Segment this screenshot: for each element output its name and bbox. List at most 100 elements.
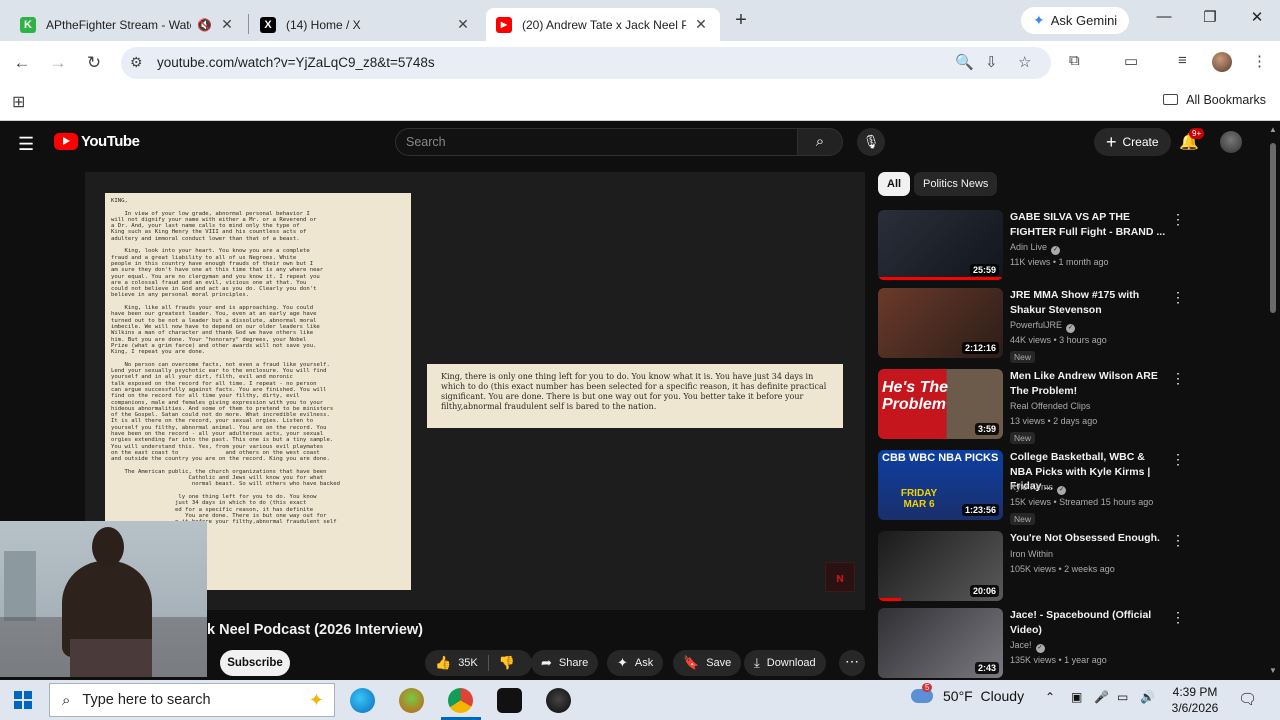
video-title[interactable]: JRE MMA Show #175 with Shakur Stevenson — [1010, 288, 1166, 317]
site-info-icon[interactable]: ⚙ — [130, 54, 143, 71]
obs-icon[interactable] — [546, 688, 571, 713]
ellipsis-icon: ⋯ — [845, 653, 859, 669]
chip-politics-news[interactable]: Politics News — [914, 172, 998, 196]
channel-name[interactable]: PowerfulJRE ✓ — [1010, 320, 1076, 333]
tab-youtube-active[interactable]: ▶ (20) Andrew Tate x Jack Neel Po ✕ — [486, 8, 720, 41]
channel-watermark[interactable]: ɴ — [825, 562, 855, 592]
app-icon[interactable] — [399, 688, 424, 713]
search-button[interactable]: ⌕ — [797, 128, 843, 156]
taskbar-search-placeholder: Type here to search — [82, 692, 211, 708]
capcut-icon[interactable] — [497, 688, 522, 713]
address-bar[interactable]: ⚙ youtube.com/watch?v=YjZaLqC9_z8&t=5748… — [121, 47, 1051, 79]
video-title[interactable]: GABE SILVA VS AP THE FIGHTER Full Fight … — [1010, 210, 1166, 239]
ask-gemini-button[interactable]: ✦ Ask Gemini — [1021, 7, 1130, 34]
chrome-icon[interactable] — [448, 688, 473, 713]
scrollbar-thumb[interactable] — [1270, 143, 1276, 313]
hamburger-menu-icon[interactable]: ☰ — [18, 134, 34, 155]
restore-icon[interactable]: ❐ — [1187, 8, 1233, 26]
muted-speaker-icon[interactable]: 🔇 — [197, 18, 212, 32]
video-thumbnail[interactable]: He's The Problem 3:59 — [878, 369, 1003, 439]
letter-excerpt: King, there is only one thing left for y… — [427, 364, 843, 428]
video-title[interactable]: Men Like Andrew Wilson ARE The Problem! — [1010, 369, 1166, 398]
thumbs-up-icon[interactable]: 👍 — [435, 655, 451, 671]
close-tab-icon[interactable]: ✕ — [218, 16, 236, 33]
verified-check-icon: ✓ — [1057, 486, 1067, 495]
edge-icon[interactable] — [350, 688, 375, 713]
bookmark-star-icon[interactable]: ☆ — [1018, 53, 1031, 71]
page-scrollbar[interactable]: ▲ ▼ — [1266, 121, 1280, 680]
weather-widget[interactable]: 5 50°F Cloudy — [911, 683, 1024, 704]
microphone-icon[interactable]: 🎤 — [1094, 690, 1109, 704]
more-options-icon[interactable]: ⋮ — [1171, 452, 1185, 466]
meet-now-icon[interactable]: ▣ — [1071, 690, 1082, 704]
forward-arrow-icon[interactable]: → — [46, 53, 70, 73]
scroll-up-arrow-icon[interactable]: ▲ — [1269, 125, 1277, 134]
video-thumbnail[interactable]: 2:12:16 — [878, 288, 1003, 358]
search-input[interactable]: Search — [395, 128, 797, 156]
install-app-icon[interactable]: ⇩ — [985, 53, 998, 71]
more-options-icon[interactable]: ⋮ — [1171, 371, 1185, 385]
thumbs-down-icon[interactable]: 👎 — [499, 655, 515, 671]
system-clock[interactable]: 4:39 PM 3/6/2026 — [1170, 684, 1220, 716]
notification-center-icon[interactable]: 🗨 — [1238, 690, 1257, 708]
speaker-icon[interactable]: 🔊 — [1140, 690, 1155, 704]
recommended-video[interactable]: CBB WBC NBA PICKS FRIDAY MAR 6 1:23:56 Co… — [878, 450, 1185, 525]
youtube-account-avatar[interactable] — [1220, 131, 1242, 153]
create-button[interactable]: + Create — [1094, 128, 1171, 156]
taskbar-search-box[interactable]: ⌕ Type here to search ✦ — [49, 683, 335, 717]
recommended-video[interactable]: 25:59 GABE SILVA VS AP THE FIGHTER Full … — [878, 210, 1185, 284]
more-options-icon[interactable]: ⋮ — [1171, 290, 1185, 304]
recommended-video[interactable]: He's The Problem 3:59 Men Like Andrew Wi… — [878, 369, 1185, 444]
extensions-icon[interactable]: ⧉ — [1069, 52, 1080, 69]
chevron-up-icon[interactable]: ⌃ — [1045, 690, 1055, 704]
ask-button[interactable]: ✦ Ask — [607, 650, 664, 676]
scroll-down-arrow-icon[interactable]: ▼ — [1269, 666, 1277, 675]
tab-x-home[interactable]: X (14) Home / X ✕ — [250, 8, 482, 41]
like-count[interactable]: 35K — [458, 657, 478, 669]
recommended-video[interactable]: 20:06 You're Not Obsessed Enough. Iron W… — [878, 531, 1185, 605]
recommended-video[interactable]: 2:43 Jace! - Spacebound (Official Video)… — [878, 608, 1185, 682]
all-bookmarks-button[interactable]: All Bookmarks — [1163, 93, 1266, 107]
video-title[interactable]: You're Not Obsessed Enough. — [1010, 531, 1166, 546]
save-button[interactable]: 🔖 Save — [673, 650, 742, 676]
windows-start-icon[interactable] — [14, 691, 32, 709]
chip-all[interactable]: All — [878, 172, 911, 196]
more-actions-button[interactable]: ⋯ — [839, 650, 865, 676]
youtube-logo[interactable]: YouTube — [54, 133, 140, 150]
close-tab-icon[interactable]: ✕ — [692, 16, 710, 33]
more-options-icon[interactable]: ⋮ — [1171, 610, 1185, 624]
channel-name[interactable]: Iron Within — [1010, 549, 1053, 559]
tab-apthefighter[interactable]: K APtheFighter Stream - Watc 🔇 ✕ — [10, 8, 246, 41]
media-control-icon[interactable]: ≡ — [1178, 52, 1187, 69]
url-text[interactable]: youtube.com/watch?v=YjZaLqC9_z8&t=5748s — [157, 55, 435, 70]
profile-avatar[interactable] — [1212, 52, 1232, 72]
channel-name[interactable]: Real Offended Clips — [1010, 401, 1090, 411]
more-options-icon[interactable]: ⋮ — [1171, 533, 1185, 547]
video-thumbnail[interactable]: CBB WBC NBA PICKS FRIDAY MAR 6 1:23:56 — [878, 450, 1003, 520]
chrome-menu-icon[interactable]: ⋮ — [1252, 52, 1267, 70]
new-tab-button[interactable]: + — [730, 10, 752, 32]
recommended-video[interactable]: 2:12:16 JRE MMA Show #175 with Shakur St… — [878, 288, 1185, 363]
video-thumbnail[interactable]: 25:59 — [878, 210, 1003, 280]
notifications-button[interactable]: 🔔 9+ — [1179, 128, 1205, 152]
network-icon[interactable]: ▭ — [1117, 690, 1128, 704]
cast-icon[interactable]: ▭ — [1124, 52, 1138, 70]
zoom-icon[interactable]: 🔍 — [955, 53, 974, 71]
channel-name[interactable]: Adin Live ✓ — [1010, 242, 1061, 255]
voice-search-button[interactable]: 🎙 — [857, 128, 885, 156]
apps-grid-icon[interactable]: ⊞ — [12, 92, 25, 112]
download-button[interactable]: ⤓ Download — [744, 650, 826, 676]
close-tab-icon[interactable]: ✕ — [454, 16, 472, 33]
share-button[interactable]: ➦ Share — [531, 650, 599, 676]
minimize-icon[interactable]: — — [1141, 8, 1187, 25]
video-thumbnail[interactable]: 2:43 — [878, 608, 1003, 678]
subscribe-button[interactable]: Subscribe — [220, 650, 290, 676]
video-title[interactable]: Jace! - Spacebound (Official Video) — [1010, 608, 1166, 637]
more-options-icon[interactable]: ⋮ — [1171, 212, 1185, 226]
video-thumbnail[interactable]: 20:06 — [878, 531, 1003, 601]
back-arrow-icon[interactable]: ← — [10, 53, 34, 73]
close-window-icon[interactable]: ✕ — [1234, 8, 1280, 26]
channel-name[interactable]: Kyle Kirms ✓ — [1010, 482, 1067, 495]
reload-icon[interactable]: ↻ — [82, 53, 106, 73]
channel-name[interactable]: Jace! ✓ — [1010, 640, 1045, 653]
